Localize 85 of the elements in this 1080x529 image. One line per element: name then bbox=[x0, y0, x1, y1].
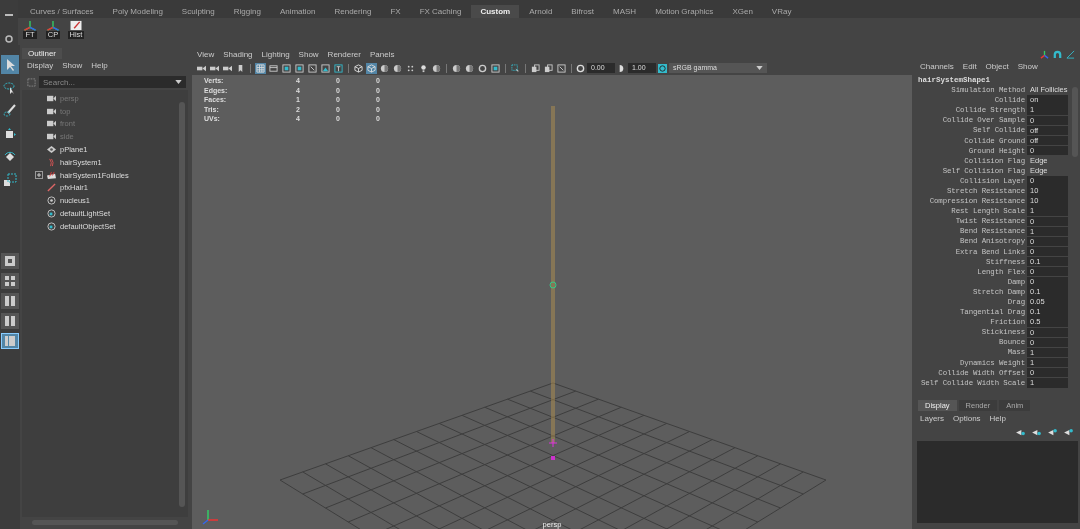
split-layout-button[interactable] bbox=[1, 313, 19, 329]
pen-icon[interactable] bbox=[1066, 50, 1075, 59]
move-icon bbox=[3, 126, 17, 141]
menu-item[interactable]: Show bbox=[298, 50, 319, 59]
menu-item[interactable]: Show bbox=[1017, 62, 1038, 71]
camera-icon bbox=[46, 93, 57, 103]
film-icon[interactable] bbox=[268, 62, 279, 74]
quad-layout-button[interactable] bbox=[1, 273, 19, 289]
sphere-icon[interactable] bbox=[451, 62, 462, 74]
menu-item[interactable]: Object bbox=[985, 62, 1009, 71]
select-tool[interactable] bbox=[1, 55, 19, 74]
copy-icon[interactable] bbox=[543, 62, 554, 74]
follicles-icon bbox=[46, 170, 57, 180]
menu-item[interactable]: Display bbox=[27, 61, 54, 70]
menu-item[interactable]: Options bbox=[953, 413, 981, 423]
gear-icon[interactable] bbox=[4, 34, 14, 44]
notepad-icon bbox=[68, 20, 84, 31]
sphere-icon[interactable] bbox=[392, 62, 403, 74]
frame-icon[interactable] bbox=[307, 62, 318, 74]
search-field[interactable]: Search... bbox=[39, 76, 186, 88]
scale-icon bbox=[3, 172, 17, 187]
menu-item[interactable]: Channels bbox=[920, 62, 954, 71]
rotate-icon bbox=[3, 149, 17, 164]
split-layout-button[interactable] bbox=[1, 293, 19, 309]
square-icon[interactable] bbox=[490, 62, 501, 74]
menu-item[interactable]: Renderer bbox=[327, 50, 361, 59]
select-icon[interactable] bbox=[510, 62, 521, 74]
axes-icon[interactable] bbox=[1040, 50, 1049, 59]
four-pane-icon bbox=[3, 274, 17, 288]
nucleus-icon bbox=[46, 196, 57, 206]
layer-icon[interactable] bbox=[1031, 428, 1042, 436]
menu-item[interactable]: View bbox=[197, 50, 215, 59]
single-pane-icon bbox=[3, 254, 17, 268]
menu-item[interactable]: Panels bbox=[369, 50, 395, 59]
copy-icon[interactable] bbox=[530, 62, 541, 74]
cube-icon[interactable] bbox=[366, 62, 377, 74]
camera-icon bbox=[46, 119, 57, 129]
hair-icon bbox=[46, 157, 57, 167]
lasso-icon bbox=[3, 80, 17, 95]
outliner-tab[interactable]: Outliner bbox=[22, 48, 62, 59]
caret-icon[interactable] bbox=[175, 80, 182, 84]
mesh-icon bbox=[46, 145, 57, 155]
menu-item[interactable]: Show bbox=[62, 61, 83, 70]
camera-icon bbox=[46, 106, 57, 116]
menu-item[interactable]: Lighting bbox=[261, 50, 290, 59]
light-icon[interactable] bbox=[418, 62, 429, 74]
single-layout-button[interactable] bbox=[1, 253, 19, 269]
aperture-icon[interactable] bbox=[576, 63, 585, 73]
menu-item[interactable]: Help bbox=[989, 413, 1007, 423]
sphere-icon[interactable] bbox=[431, 62, 442, 74]
sphere-icon[interactable] bbox=[464, 62, 475, 74]
two-pane-icon bbox=[3, 314, 17, 328]
expand-icon[interactable] bbox=[35, 171, 43, 180]
gamma-icon[interactable] bbox=[617, 63, 626, 73]
color-management-icon[interactable] bbox=[658, 63, 667, 73]
cube-icon[interactable] bbox=[353, 62, 364, 74]
menu-item[interactable]: Shading bbox=[223, 50, 253, 59]
ring-icon[interactable] bbox=[477, 62, 488, 74]
caret-icon[interactable] bbox=[756, 66, 763, 70]
outliner-pane-icon bbox=[3, 334, 17, 348]
stroke-icon bbox=[46, 183, 57, 193]
axes-icon bbox=[45, 20, 61, 31]
sphere-icon[interactable] bbox=[379, 62, 390, 74]
grid-icon[interactable] bbox=[255, 62, 266, 74]
square-icon[interactable] bbox=[294, 62, 305, 74]
magnet-icon[interactable] bbox=[1053, 50, 1062, 59]
set-icon bbox=[46, 209, 57, 219]
scale-tool[interactable] bbox=[1, 170, 19, 189]
layer-icon[interactable] bbox=[1047, 428, 1058, 436]
frame-icon[interactable] bbox=[556, 62, 567, 74]
layer-icon[interactable] bbox=[1015, 428, 1026, 436]
layer-icon[interactable] bbox=[1063, 428, 1074, 436]
camera-icon bbox=[46, 132, 57, 142]
image-icon[interactable] bbox=[320, 62, 331, 74]
text-icon[interactable] bbox=[333, 62, 344, 74]
axis-icon bbox=[202, 509, 219, 525]
menu-item[interactable]: Layers bbox=[920, 413, 944, 423]
brush-icon bbox=[3, 103, 17, 118]
square-icon[interactable] bbox=[281, 62, 292, 74]
shelf-tab[interactable]: Custom bbox=[471, 5, 520, 18]
menu-item[interactable]: Edit bbox=[962, 62, 977, 71]
two-pane-icon bbox=[3, 294, 17, 308]
menu-item[interactable]: Help bbox=[91, 61, 108, 70]
set-icon bbox=[46, 221, 57, 231]
axes-icon bbox=[22, 20, 38, 31]
